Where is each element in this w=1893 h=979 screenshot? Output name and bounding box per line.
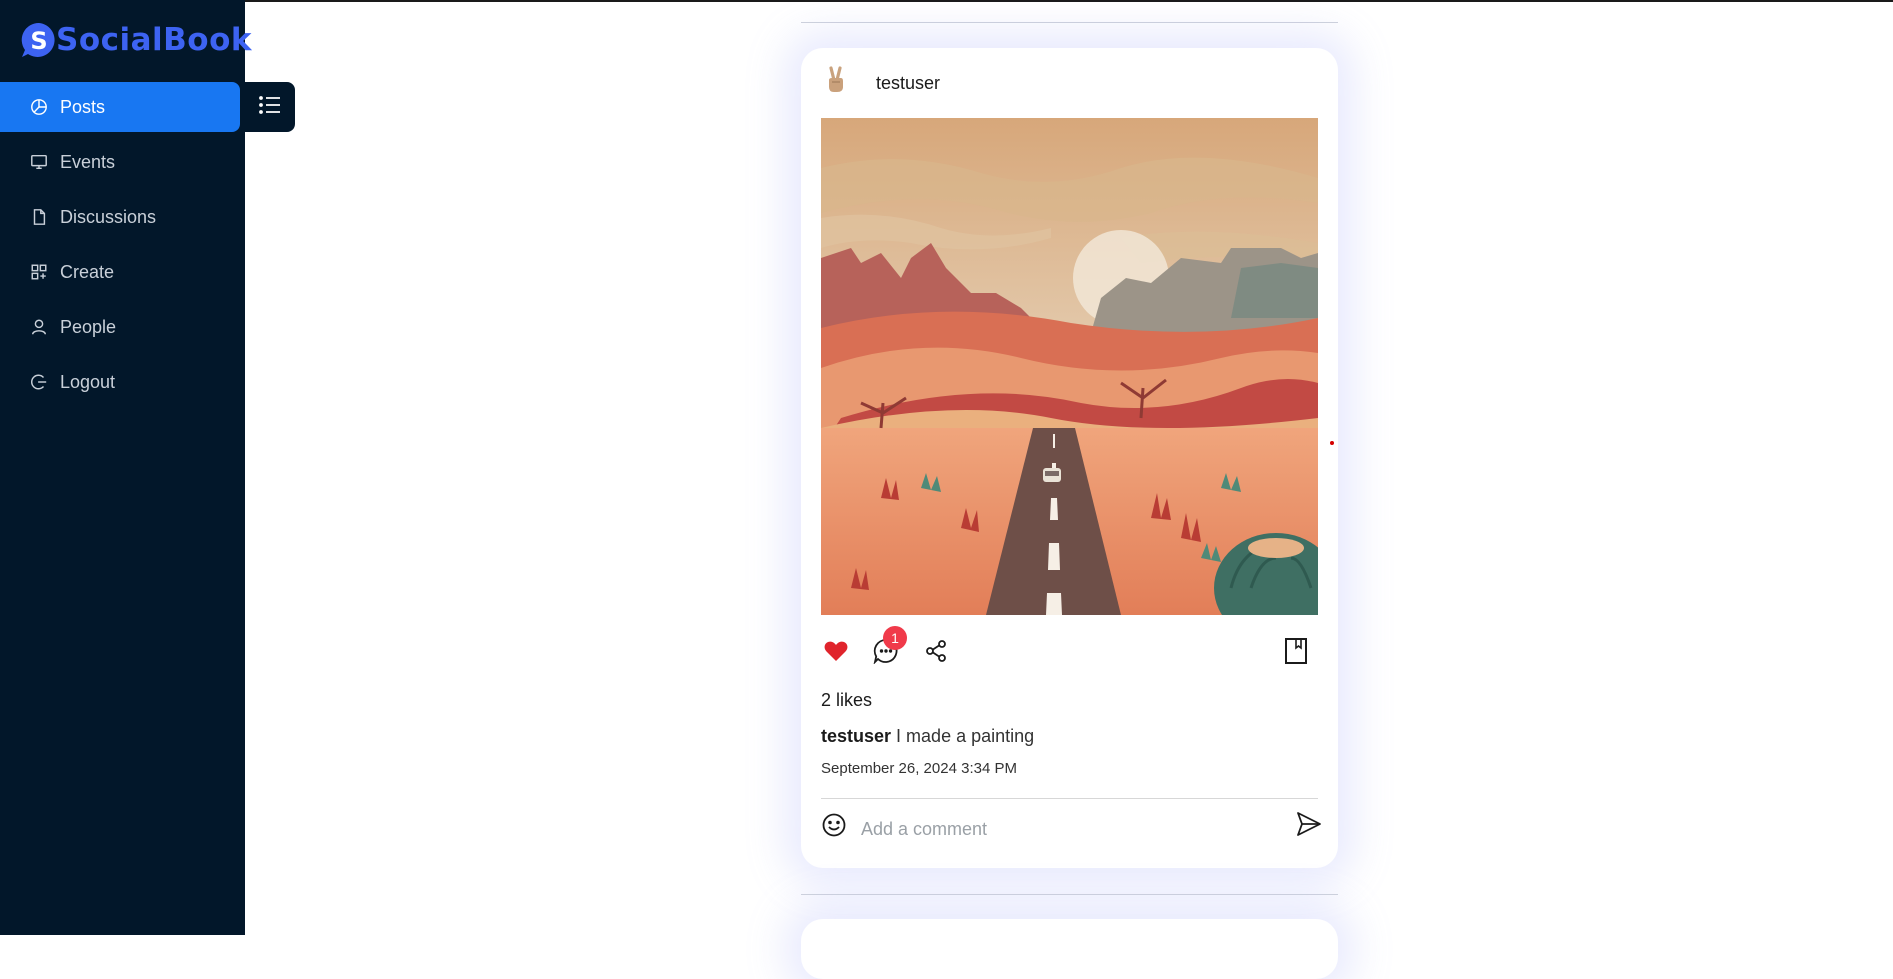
post-actions: 1 bbox=[821, 626, 1318, 676]
caption-text: I made a painting bbox=[896, 726, 1035, 746]
sidebar-item-label: Logout bbox=[60, 371, 116, 392]
share-icon bbox=[924, 639, 948, 668]
sidebar-item-label: Posts bbox=[60, 96, 106, 117]
app-name: SocialBook bbox=[56, 22, 253, 58]
indicator-dot bbox=[1330, 441, 1334, 445]
emoji-button[interactable] bbox=[821, 812, 847, 838]
post-caption: testuser I made a painting bbox=[821, 726, 1034, 747]
sidebar-item-label: People bbox=[60, 316, 117, 337]
comment-count-badge: 1 bbox=[883, 626, 907, 650]
post-image[interactable] bbox=[821, 118, 1318, 615]
sidebar-item-events[interactable]: Events bbox=[0, 137, 245, 187]
post-card: testuser 1 2 likes testuser I made a pai… bbox=[801, 48, 1338, 868]
post-username[interactable]: testuser bbox=[876, 73, 940, 94]
sidebar-item-create[interactable]: Create bbox=[0, 247, 245, 297]
monitor-icon bbox=[29, 152, 49, 172]
feed-divider bbox=[801, 894, 1338, 895]
top-border bbox=[0, 0, 1893, 2]
avatar[interactable] bbox=[821, 65, 851, 101]
likes-count: 2 likes bbox=[821, 690, 873, 710]
comment-input[interactable] bbox=[861, 816, 1251, 842]
logo[interactable]: S SocialBook bbox=[20, 20, 252, 60]
sidebar-toggle-button[interactable] bbox=[245, 82, 295, 132]
post-card bbox=[801, 919, 1338, 979]
sidebar-item-posts[interactable]: Posts bbox=[0, 82, 240, 132]
post-header: testuser bbox=[821, 65, 940, 101]
sidebar-item-label: Discussions bbox=[60, 206, 157, 227]
logo-icon: S bbox=[20, 21, 58, 59]
send-comment-button[interactable] bbox=[1295, 810, 1323, 838]
bookmark-icon bbox=[1284, 637, 1308, 670]
logout-icon bbox=[29, 372, 49, 392]
victory-hand-icon bbox=[825, 65, 847, 101]
user-icon bbox=[29, 317, 49, 337]
document-icon bbox=[29, 207, 49, 227]
sidebar-item-label: Create bbox=[60, 261, 115, 282]
list-icon bbox=[259, 95, 281, 119]
sidebar-item-people[interactable]: People bbox=[0, 302, 245, 352]
svg-text:S: S bbox=[30, 27, 47, 55]
feed-divider bbox=[801, 22, 1338, 23]
heart-icon bbox=[823, 639, 849, 668]
pie-chart-icon bbox=[29, 97, 49, 117]
comment-divider bbox=[821, 798, 1318, 799]
sidebar: S SocialBook Posts Events Discussions Cr… bbox=[0, 0, 252, 935]
like-button[interactable] bbox=[821, 638, 851, 668]
caption-username[interactable]: testuser bbox=[821, 726, 891, 746]
grid-icon bbox=[29, 262, 49, 282]
post-timestamp: September 26, 2024 3:34 PM bbox=[821, 760, 1017, 777]
send-icon bbox=[1295, 812, 1323, 842]
sidebar-item-label: Events bbox=[60, 151, 116, 172]
sidebar-nav: Posts Events Discussions Create People L… bbox=[0, 82, 245, 412]
smiley-icon bbox=[821, 813, 847, 842]
sidebar-item-discussions[interactable]: Discussions bbox=[0, 192, 245, 242]
sidebar-item-logout[interactable]: Logout bbox=[0, 357, 245, 407]
share-button[interactable] bbox=[921, 638, 951, 668]
save-button[interactable] bbox=[1281, 637, 1311, 670]
